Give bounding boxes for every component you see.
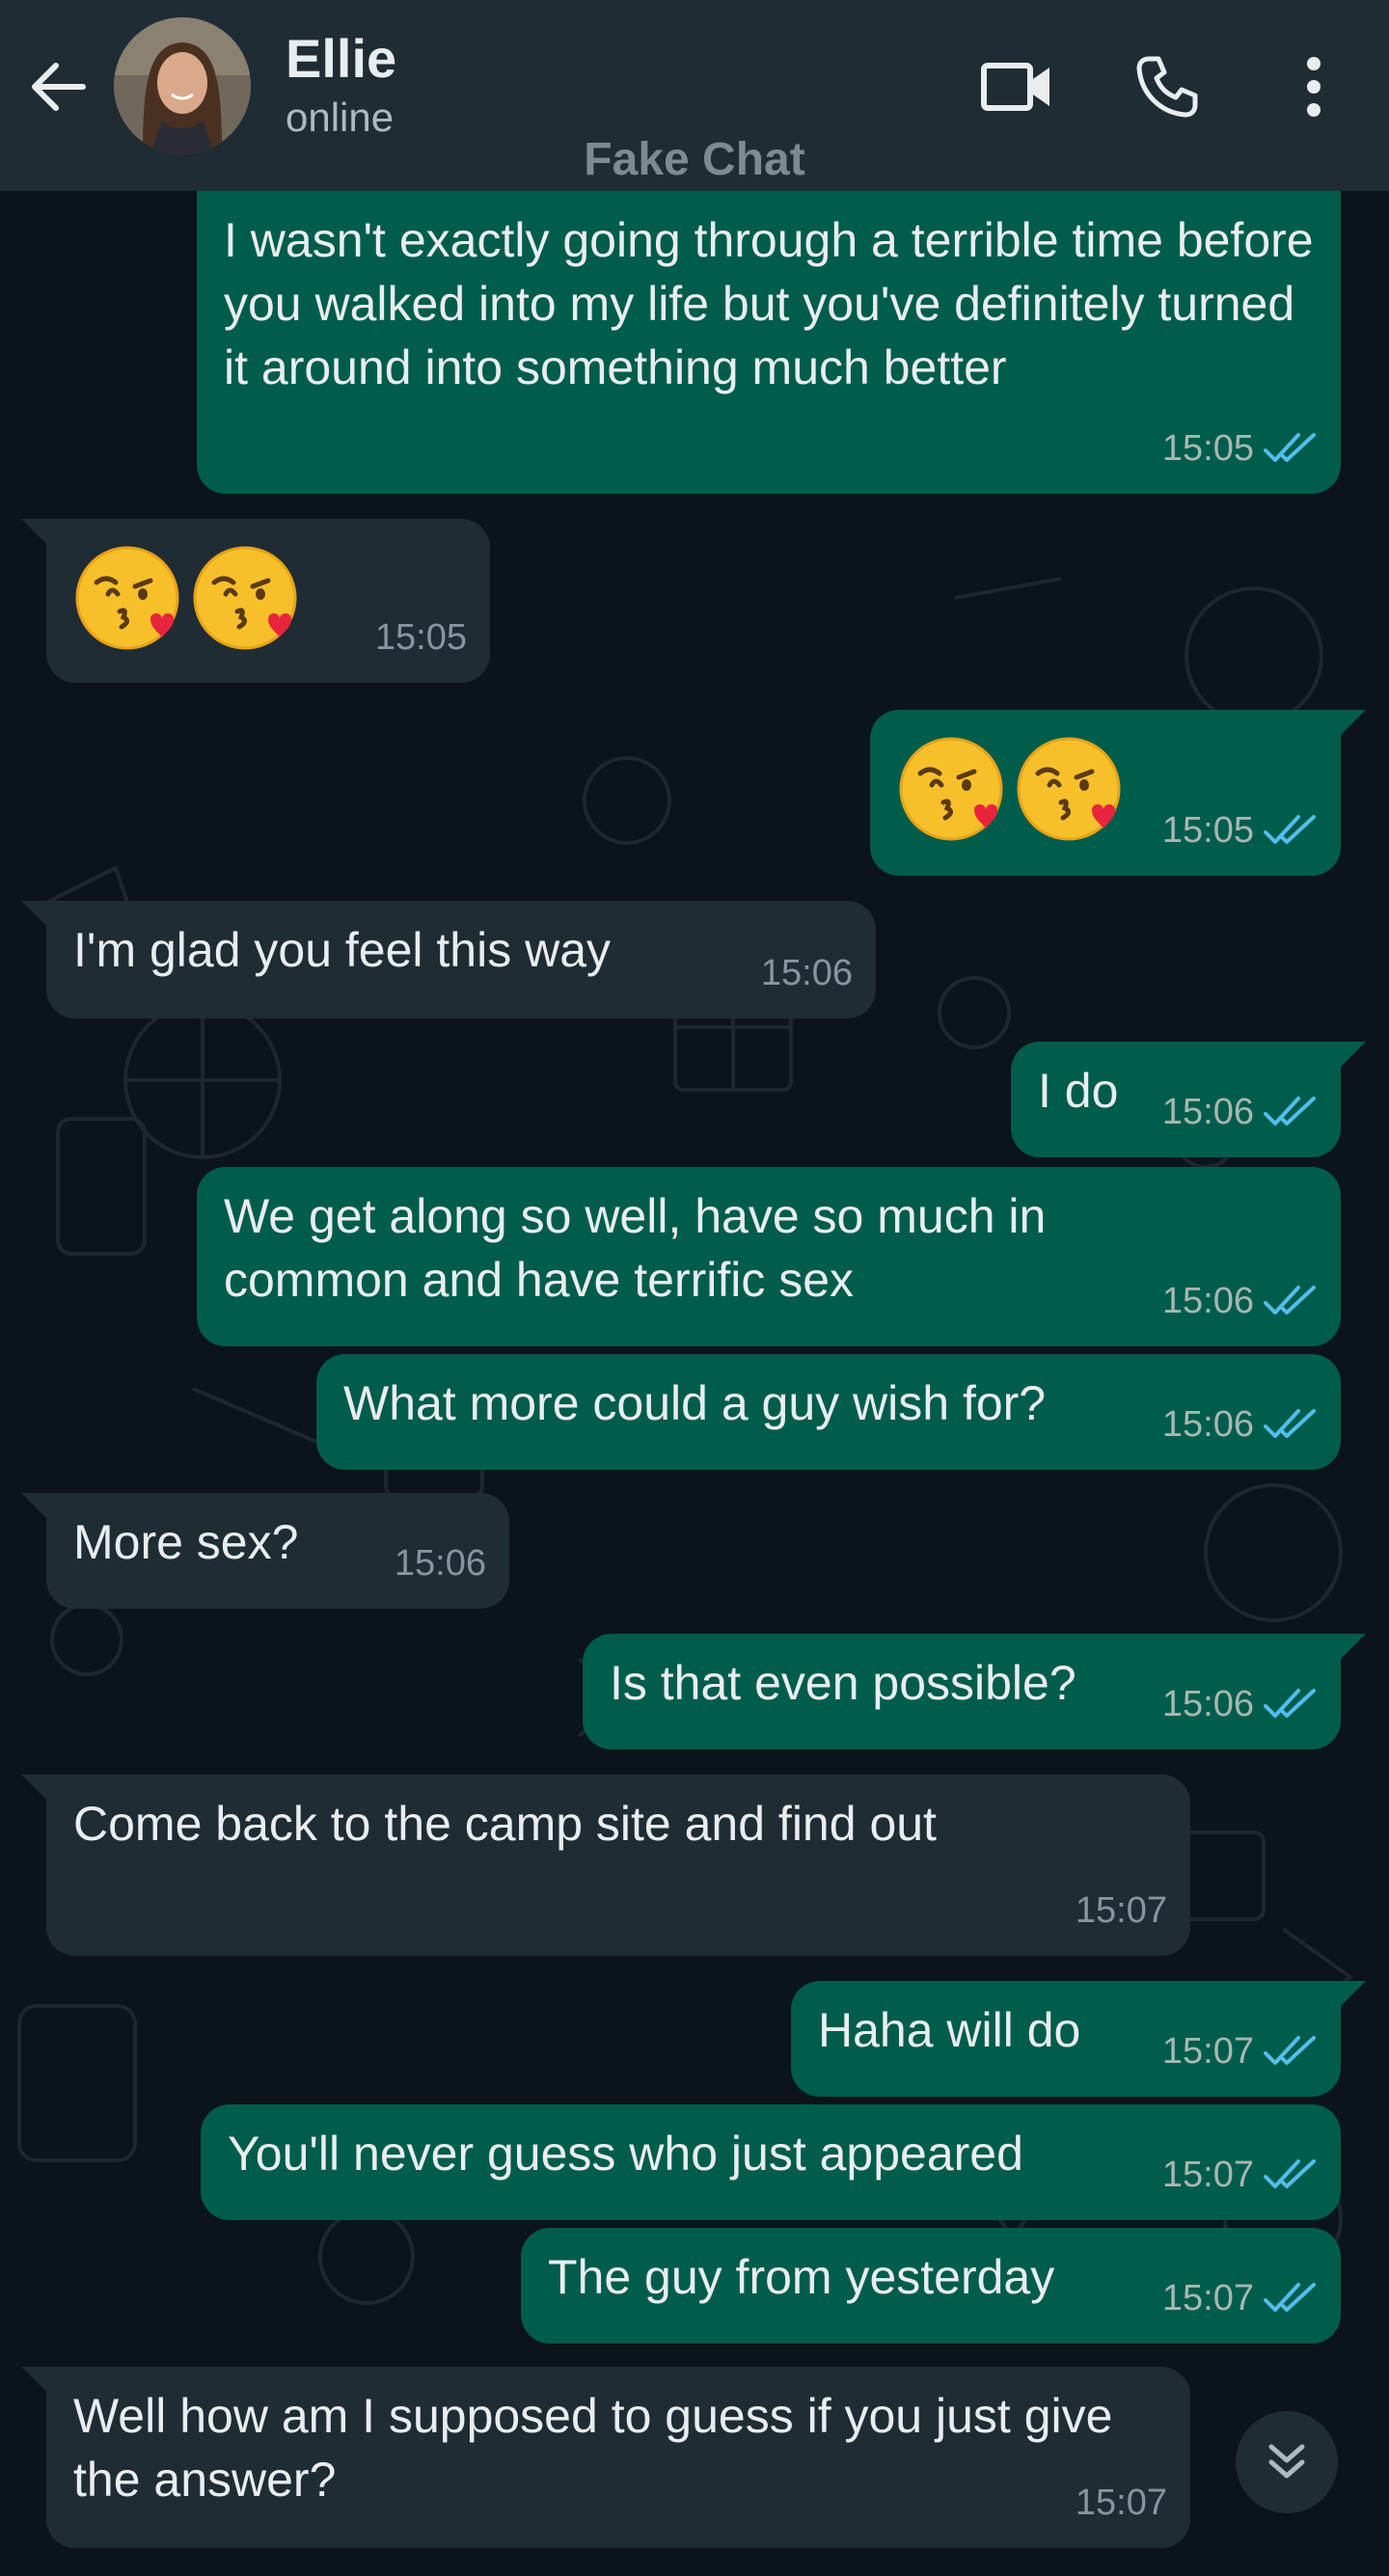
message-time: 15:05: [374, 617, 467, 658]
voice-call-icon: [1136, 56, 1198, 118]
message-bubble-outgoing[interactable]: 15:05: [870, 710, 1366, 876]
emoji-group: [73, 567, 309, 621]
message-meta: 15:05: [1162, 417, 1318, 480]
scroll-to-bottom-button[interactable]: [1236, 2411, 1338, 2513]
message-time: 15:06: [1161, 1404, 1254, 1445]
message-list[interactable]: I wasn't exactly going through a terribl…: [0, 191, 1389, 2576]
read-receipt-icon: [1264, 2034, 1318, 2069]
read-receipt-icon: [1264, 1407, 1318, 1442]
message-time: 15:06: [1161, 1684, 1254, 1724]
message-meta: 15:05: [375, 606, 467, 669]
message-meta: 15:06: [395, 1532, 486, 1595]
read-receipt-icon: [1264, 1284, 1318, 1318]
message-meta: 15:06: [761, 941, 853, 1005]
message-bubble-outgoing[interactable]: Haha will do 15:07: [791, 1981, 1366, 2097]
kissing-face-with-heart-emoji: [73, 544, 181, 652]
message-time: 15:05: [1161, 810, 1254, 851]
message-time: 15:07: [1075, 2482, 1167, 2523]
watermark-text: Fake Chat: [584, 134, 805, 185]
message-meta: 15:07: [1076, 2471, 1167, 2535]
message-text: Well how am I supposed to guess if you j…: [73, 2389, 1113, 2507]
message-bubble-incoming[interactable]: 15:05: [21, 519, 490, 683]
message-bubble-incoming[interactable]: I'm glad you feel this way 15:06: [21, 901, 876, 1018]
message-time: 15:06: [1161, 1281, 1254, 1321]
message-bubble-outgoing[interactable]: The guy from yesterday 15:07: [521, 2228, 1341, 2344]
message-meta: 15:07: [1076, 1879, 1167, 1942]
video-call-icon: [981, 63, 1049, 111]
message-bubble-outgoing[interactable]: I wasn't exactly going through a terribl…: [197, 191, 1341, 494]
message-bubble-outgoing[interactable]: I do 15:06: [1011, 1042, 1366, 1157]
kissing-face-with-heart-emoji: [897, 735, 1005, 843]
message-meta: 15:06: [1162, 1080, 1318, 1144]
chat-header: Ellie online Fake Chat: [0, 0, 1389, 191]
message-bubble-incoming[interactable]: Come back to the camp site and find out …: [21, 1775, 1190, 1956]
read-receipt-icon: [1264, 2157, 1318, 2192]
message-time: 15:05: [1161, 428, 1254, 469]
message-meta: 15:07: [1162, 2020, 1318, 2083]
message-time: 15:07: [1161, 2031, 1254, 2072]
message-meta: 15:06: [1162, 1269, 1318, 1333]
more-options-button[interactable]: [1273, 46, 1354, 127]
message-bubble-outgoing[interactable]: We get along so well, have so much in co…: [197, 1167, 1341, 1346]
read-receipt-icon: [1264, 2281, 1318, 2316]
message-bubble-incoming[interactable]: Well how am I supposed to guess if you j…: [21, 2367, 1190, 2548]
message-meta: 15:05: [1162, 799, 1318, 862]
message-text: We get along so well, have so much in co…: [224, 1189, 1047, 1307]
contact-name[interactable]: Ellie: [286, 27, 396, 90]
video-call-button[interactable]: [976, 46, 1057, 127]
read-receipt-icon: [1264, 431, 1318, 466]
message-text: You'll never guess who just appeared: [228, 2127, 1023, 2181]
message-bubble-outgoing[interactable]: You'll never guess who just appeared 15:…: [201, 2104, 1341, 2220]
message-text: Come back to the camp site and find out: [73, 1797, 937, 1851]
message-meta: 15:07: [1162, 2266, 1318, 2330]
message-meta: 15:06: [1162, 1672, 1318, 1736]
message-bubble-outgoing[interactable]: Is that even possible? 15:06: [583, 1634, 1366, 1749]
message-meta: 15:06: [1162, 1393, 1318, 1456]
back-arrow-icon: [32, 63, 86, 111]
read-receipt-icon: [1264, 1687, 1318, 1722]
message-time: 15:06: [1161, 1092, 1254, 1132]
kissing-face-with-heart-emoji: [191, 544, 299, 652]
back-button[interactable]: [21, 50, 95, 123]
message-bubble-incoming[interactable]: More sex? 15:06: [21, 1493, 509, 1609]
read-receipt-icon: [1264, 813, 1318, 848]
message-text: I wasn't exactly going through a terribl…: [224, 213, 1314, 394]
message-bubble-outgoing[interactable]: What more could a guy wish for? 15:06: [316, 1354, 1341, 1470]
message-time: 15:07: [1161, 2155, 1254, 2195]
message-meta: 15:07: [1162, 2143, 1318, 2207]
message-time: 15:06: [760, 953, 853, 993]
voice-call-button[interactable]: [1127, 46, 1208, 127]
message-time: 15:06: [394, 1543, 486, 1584]
read-receipt-icon: [1264, 1095, 1318, 1129]
emoji-group: [897, 758, 1132, 812]
message-time: 15:07: [1161, 2278, 1254, 2318]
double-chevron-down-icon: [1268, 2444, 1305, 2479]
kissing-face-with-heart-emoji: [1015, 735, 1123, 843]
more-options-icon: [1307, 57, 1321, 117]
message-time: 15:07: [1075, 1890, 1167, 1931]
message-text: I'm glad you feel this way: [73, 923, 612, 977]
